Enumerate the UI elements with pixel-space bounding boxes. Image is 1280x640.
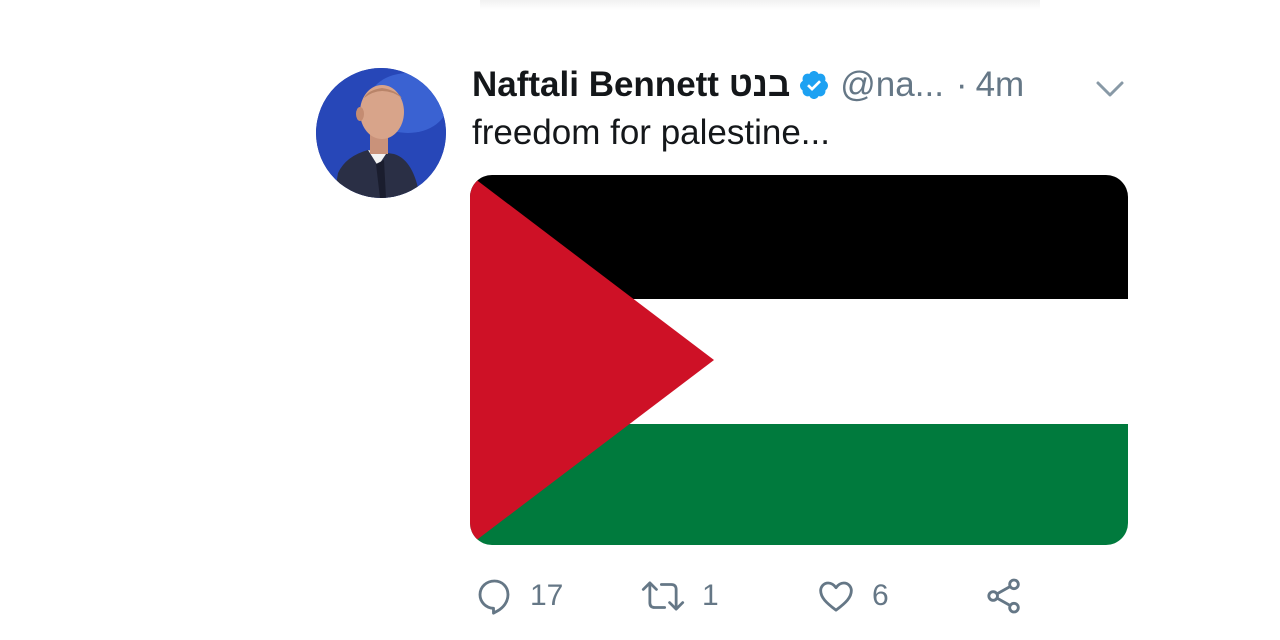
heart-icon [819, 581, 853, 612]
tweet-media-image[interactable] [470, 175, 1128, 545]
avatar-image [316, 68, 446, 198]
tweet-header: Naftali Bennett בנט @na... · 4m [472, 62, 1024, 108]
reply-bubble-icon [478, 579, 510, 615]
tweet-text: freedom for palestine... [472, 113, 830, 152]
like-button[interactable]: 6 [816, 574, 889, 618]
palestine-flag-image [470, 175, 1128, 545]
header-separator: · [955, 65, 968, 104]
retweet-icon [641, 581, 685, 611]
author-handle[interactable]: @na... [840, 65, 944, 105]
share-icon [987, 578, 1020, 614]
chevron-down-icon[interactable] [1094, 76, 1126, 100]
tweet-actions: 17 1 6 [474, 574, 1074, 618]
tweet-timestamp[interactable]: 4m [976, 65, 1025, 105]
reply-button[interactable]: 17 [474, 574, 563, 618]
retweet-count: 1 [702, 579, 719, 612]
retweet-button[interactable]: 1 [640, 574, 719, 618]
share-button[interactable] [984, 574, 1024, 618]
previous-tweet-edge [480, 0, 1040, 10]
like-count: 6 [872, 579, 889, 612]
author-name[interactable]: Naftali Bennett בנט [472, 65, 790, 105]
reply-count: 17 [530, 579, 564, 612]
avatar[interactable] [316, 68, 446, 198]
verified-badge-icon [798, 69, 830, 101]
